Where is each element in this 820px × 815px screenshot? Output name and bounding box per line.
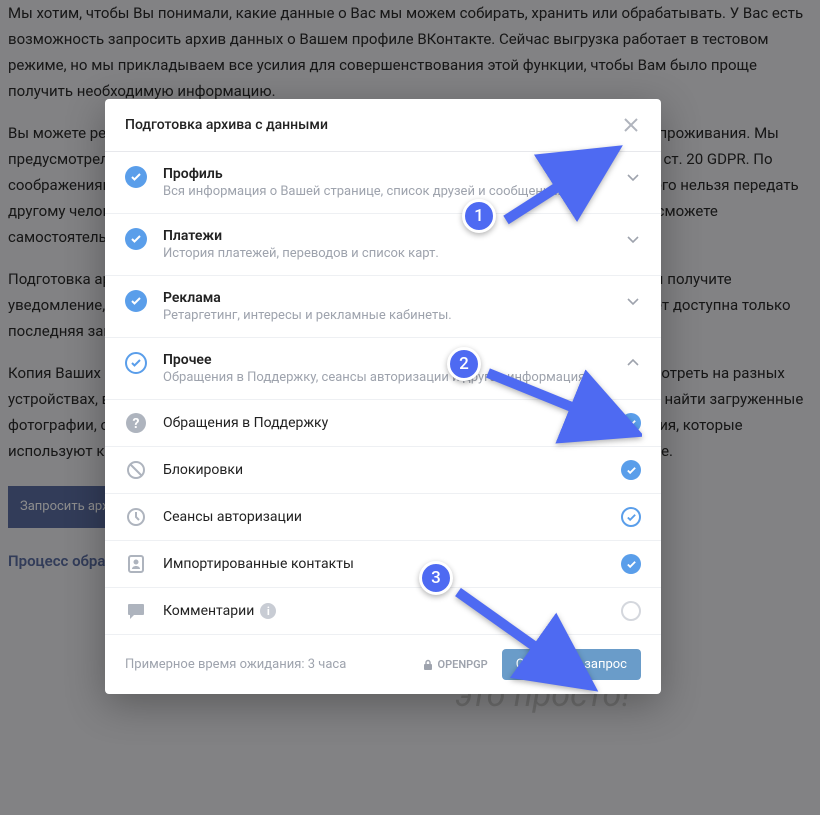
section-title: Реклама <box>163 290 625 306</box>
section-ads[interactable]: Реклама Ретаргетинг, интересы и рекламны… <box>105 276 661 338</box>
annotation-badge-2: 2 <box>447 347 481 381</box>
check-off-icon[interactable] <box>621 601 641 621</box>
eta-text: Примерное время ожидания: 3 часа <box>125 657 408 672</box>
modal-title: Подготовка архива с данными <box>125 117 328 133</box>
section-desc: История платежей, переводов и список кар… <box>163 246 625 261</box>
sub-label: Импортированные контакты <box>163 556 621 572</box>
chevron-down-icon[interactable] <box>625 293 641 309</box>
check-on-icon[interactable] <box>621 460 641 480</box>
checkbox-icon[interactable] <box>125 290 147 312</box>
question-icon: ? <box>125 412 147 434</box>
check-outline-icon[interactable] <box>621 507 641 527</box>
chevron-down-icon[interactable] <box>625 169 641 185</box>
chevron-down-icon[interactable] <box>625 231 641 247</box>
checkbox-partial-icon[interactable] <box>125 352 147 374</box>
info-icon[interactable]: i <box>260 603 276 619</box>
section-title: Прочее <box>163 352 625 368</box>
sub-label: Сеансы авторизации <box>163 509 621 525</box>
sub-item-sessions[interactable]: Сеансы авторизации <box>105 494 661 541</box>
annotation-arrow-2 <box>482 367 642 451</box>
annotation-badge-1: 1 <box>462 199 496 233</box>
comment-icon <box>125 600 147 622</box>
section-desc: Ретаргетинг, интересы и рекламные кабине… <box>163 308 625 323</box>
annotation-arrow-1 <box>496 142 626 236</box>
sub-label: Блокировки <box>163 462 621 478</box>
contacts-icon <box>125 553 147 575</box>
checkbox-icon[interactable] <box>125 166 147 188</box>
svg-text:?: ? <box>133 416 140 432</box>
annotation-arrow-3 <box>452 586 602 700</box>
checkbox-icon[interactable] <box>125 228 147 250</box>
clock-icon <box>125 506 147 528</box>
sub-item-contacts[interactable]: Импортированные контакты <box>105 541 661 588</box>
ban-icon <box>125 459 147 481</box>
sub-item-blocks[interactable]: Блокировки <box>105 447 661 494</box>
annotation-badge-3: 3 <box>419 561 453 595</box>
close-icon[interactable] <box>621 115 641 135</box>
check-on-icon[interactable] <box>621 554 641 574</box>
lock-icon <box>422 659 434 671</box>
